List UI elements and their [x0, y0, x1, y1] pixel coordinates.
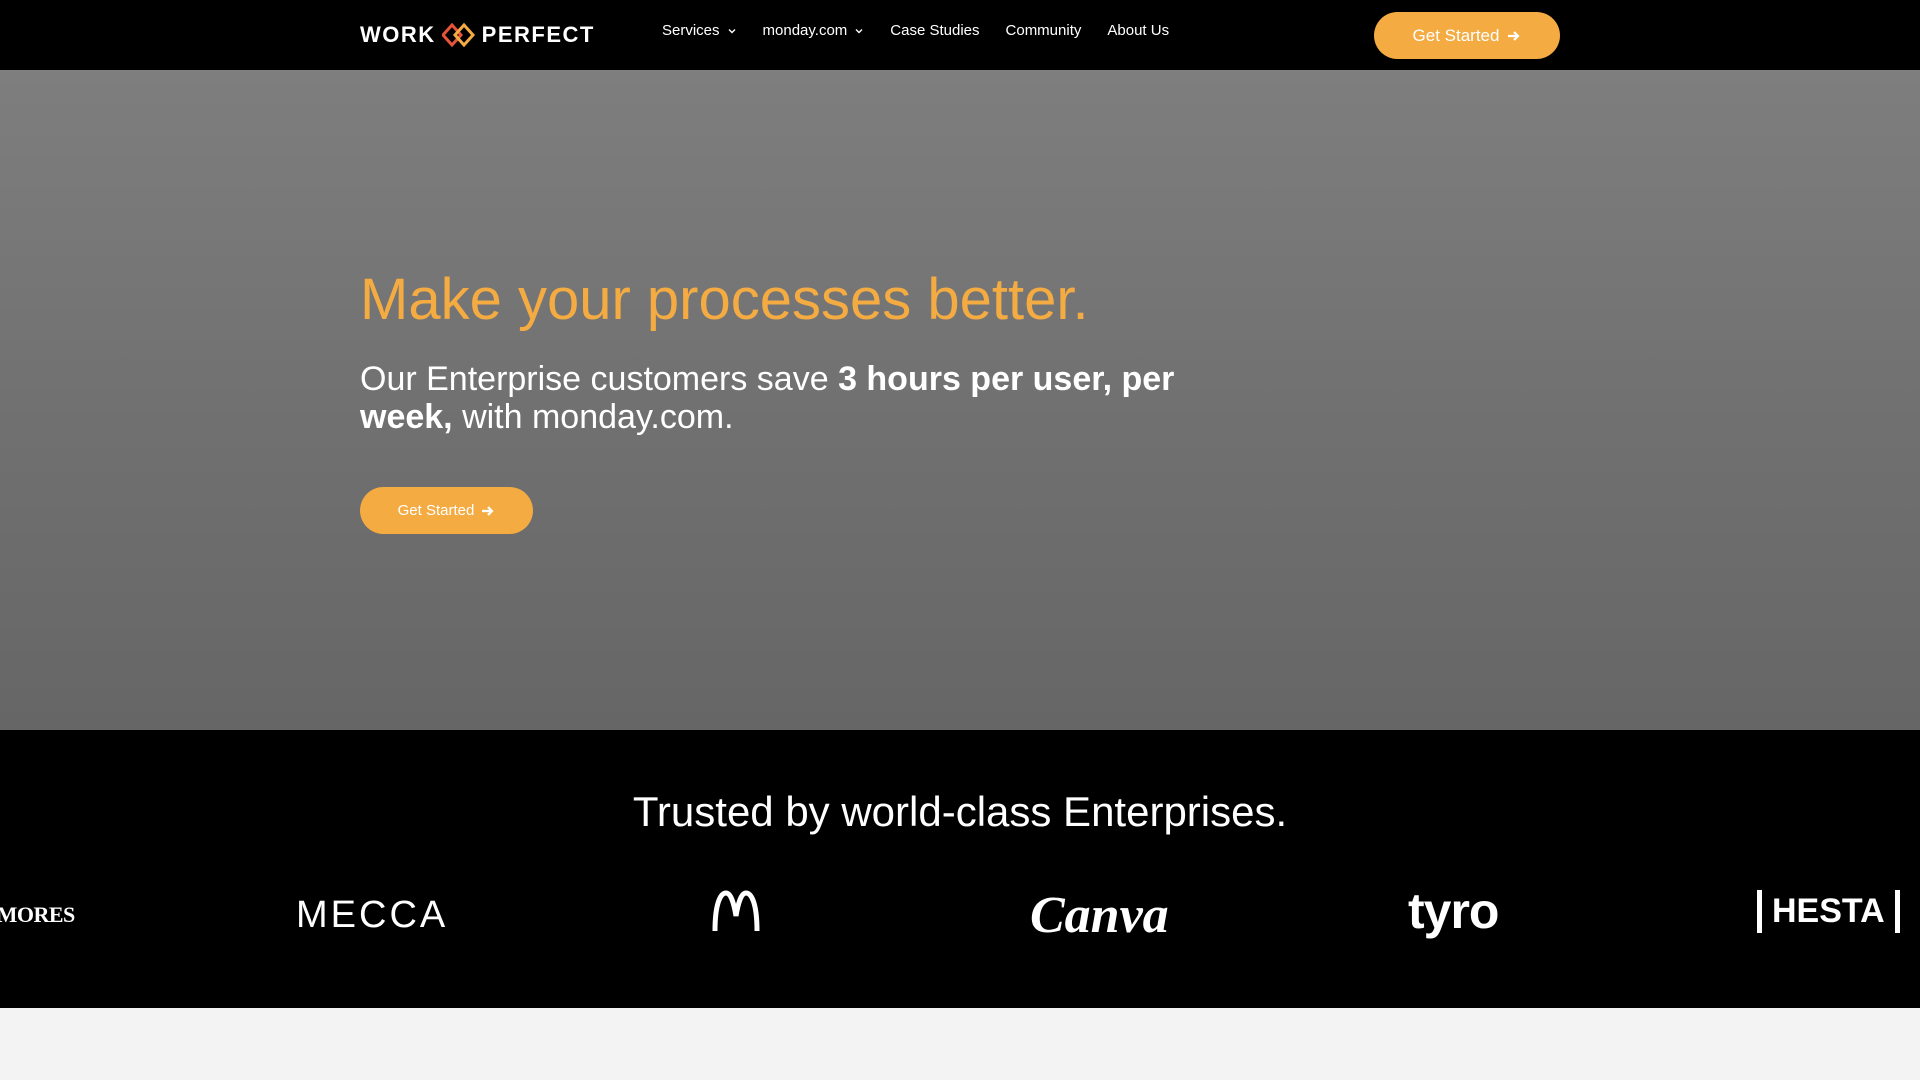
nav-item-about-us[interactable]: About Us: [1107, 22, 1169, 39]
trusted-section: Trusted by world-class Enterprises. KMOR…: [0, 730, 1920, 1008]
nav-label-monday: monday.com: [762, 22, 848, 39]
logo-text-work: WORK: [360, 22, 436, 47]
site-header: WORK PERFECT Services monday.com Case St…: [0, 0, 1920, 70]
hero-subtitle: Our Enterprise customers save 3 hours pe…: [360, 360, 1220, 436]
nav-label-community: Community: [1005, 22, 1082, 39]
nav-item-services[interactable]: Services: [662, 22, 737, 39]
logo-text-perfect: PERFECT: [481, 22, 595, 47]
mecca-logo: MECCA: [296, 894, 449, 936]
mcdonalds-logo: [712, 890, 760, 932]
kmores-logo: KMORES: [0, 902, 75, 927]
trusted-title: Trusted by world-class Enterprises.: [632, 788, 1288, 835]
nav-label-services: Services: [662, 22, 720, 39]
nav-label-case-studies: Case Studies: [890, 22, 980, 39]
hero-cta-label: Get Started: [397, 502, 475, 519]
next-section: [0, 1008, 1920, 1080]
hero-subtitle-part1: Our Enterprise customers save: [360, 360, 839, 398]
chevron-down-icon: [728, 28, 736, 33]
main-nav: Services monday.com Case Studies Communi…: [662, 22, 1195, 39]
canva-logo: Canva: [1030, 887, 1169, 944]
chevron-down-icon: [855, 28, 863, 33]
hesta-logo: HESTA: [1757, 890, 1900, 933]
nav-label-about-us: About Us: [1107, 22, 1170, 39]
hero-title: Make your processes better.: [360, 267, 1089, 332]
header-cta-label: Get Started: [1412, 25, 1500, 45]
header-get-started-button[interactable]: Get Started: [1374, 12, 1560, 59]
arrow-right-icon: [1508, 30, 1521, 41]
nav-item-case-studies[interactable]: Case Studies: [890, 22, 979, 39]
hero-subtitle-part2: with monday.com.: [452, 398, 734, 436]
arrow-right-icon: [482, 505, 494, 516]
hero-section: Make your processes better. Our Enterpri…: [0, 70, 1920, 730]
nav-item-monday[interactable]: monday.com: [763, 22, 865, 39]
hero-get-started-button[interactable]: Get Started: [360, 487, 533, 534]
logo-diamond-icon: [441, 22, 475, 48]
brand-logo[interactable]: WORK PERFECT: [360, 20, 595, 50]
tyro-logo: tyro: [1408, 883, 1499, 939]
nav-item-community[interactable]: Community: [1006, 22, 1082, 39]
